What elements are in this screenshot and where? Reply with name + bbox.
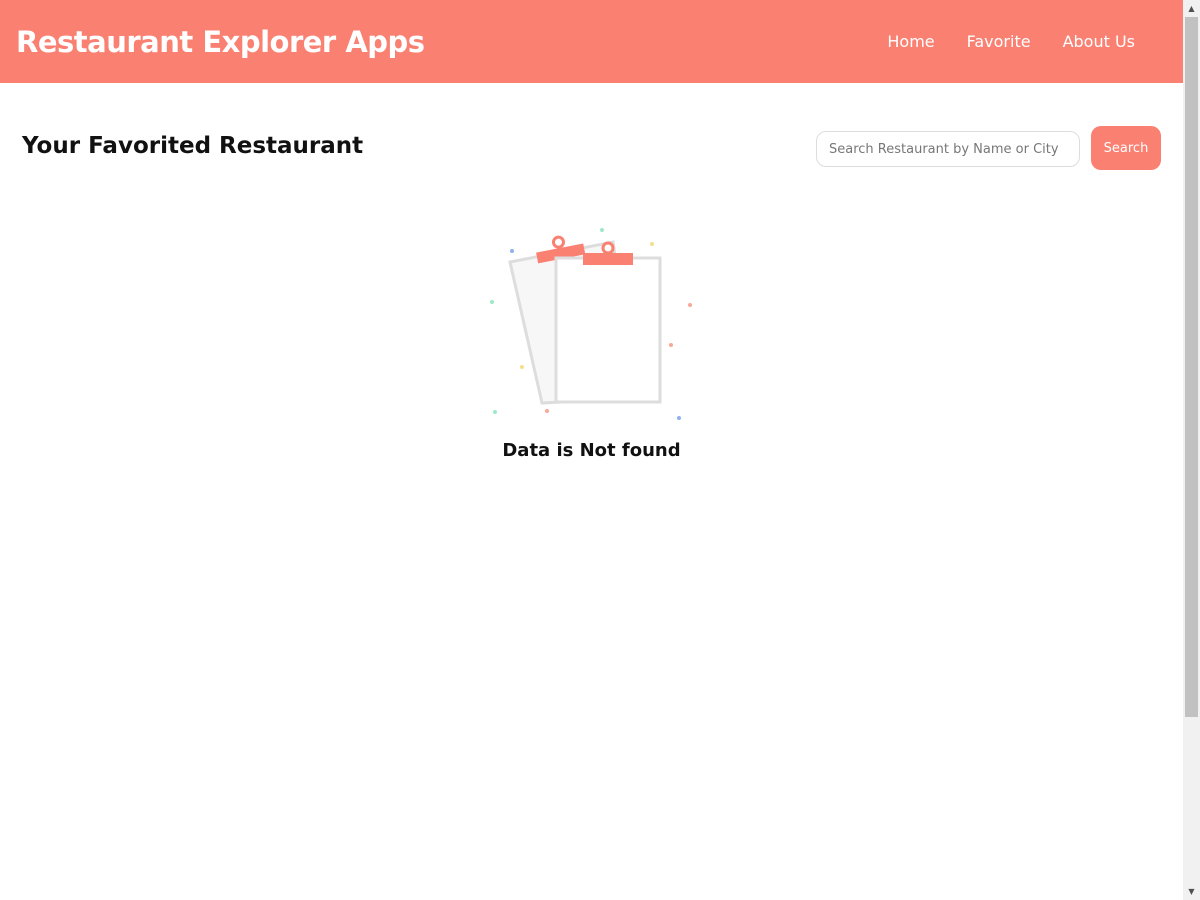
empty-state-message: Data is Not found [502,440,681,461]
nav-about-us[interactable]: About Us [1063,32,1135,51]
scroll-down-arrow-icon[interactable]: ▼ [1183,883,1200,900]
scroll-up-arrow-icon[interactable]: ▲ [1183,0,1200,17]
nav-favorite[interactable]: Favorite [967,32,1031,51]
search-button[interactable]: Search [1091,126,1161,170]
search-input[interactable] [816,131,1080,167]
page-title: Your Favorited Restaurant [22,133,364,159]
nav-home[interactable]: Home [887,32,934,51]
app-header: Restaurant Explorer Apps Home Favorite A… [0,0,1183,83]
scrollbar-thumb[interactable] [1185,17,1198,717]
vertical-scrollbar[interactable]: ▲ ▼ [1183,0,1200,900]
main-nav: Home Favorite About Us [887,32,1135,51]
brand-title[interactable]: Restaurant Explorer Apps [16,25,425,59]
empty-clipboard-icon [490,228,692,420]
